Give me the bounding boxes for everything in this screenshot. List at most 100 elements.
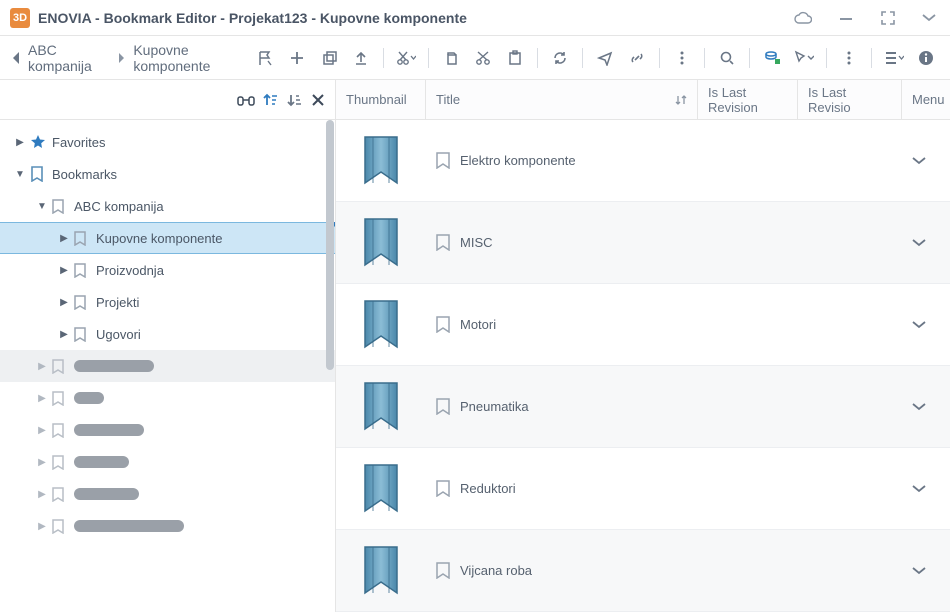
- refresh-button[interactable]: [546, 44, 574, 72]
- bookmark-outline-icon: [74, 231, 92, 246]
- bookmark-outline-icon: [74, 327, 92, 342]
- row-menu-button[interactable]: [902, 156, 950, 166]
- breadcrumb-back-icon[interactable]: [10, 51, 22, 65]
- dropdown-button[interactable]: [918, 11, 940, 25]
- duplicate-button[interactable]: [315, 44, 343, 72]
- view-list-button[interactable]: [880, 44, 908, 72]
- link-button[interactable]: [623, 44, 651, 72]
- tree-item-redacted[interactable]: ▶: [0, 350, 335, 382]
- add-button[interactable]: [283, 44, 311, 72]
- tree-item-kupovne[interactable]: ▶ Kupovne komponente: [0, 222, 335, 254]
- row-thumbnail: [336, 299, 426, 351]
- tree-item-redacted[interactable]: ▶: [0, 510, 335, 542]
- tree-item-redacted[interactable]: ▶: [0, 382, 335, 414]
- table-row[interactable]: Vijcana roba: [336, 530, 950, 612]
- row-thumbnail: [336, 217, 426, 269]
- binoculars-icon[interactable]: [237, 93, 255, 107]
- caret-right-icon: ▶: [58, 233, 70, 244]
- tree-favorites[interactable]: ▶ Favorites: [0, 126, 335, 158]
- table-row[interactable]: MISC: [336, 202, 950, 284]
- select-mode-button[interactable]: [790, 44, 818, 72]
- tree-item-redacted[interactable]: ▶: [0, 414, 335, 446]
- bookmark-outline-icon: [74, 263, 92, 278]
- row-menu-button[interactable]: [902, 402, 950, 412]
- star-icon: [30, 134, 48, 150]
- more-button-1[interactable]: [668, 44, 696, 72]
- row-title: MISC: [460, 235, 493, 250]
- sort-desc-icon[interactable]: [287, 92, 303, 108]
- col-thumbnail[interactable]: Thumbnail: [336, 80, 426, 119]
- expand-button[interactable]: [876, 8, 900, 28]
- content-area: Thumbnail Title Is Last Revision Is Last…: [336, 80, 950, 612]
- col-is-last-revision[interactable]: Is Last Revision: [698, 80, 798, 119]
- row-menu-button[interactable]: [902, 320, 950, 330]
- tree-item-label: Ugovori: [96, 327, 141, 342]
- tree-bookmarks[interactable]: ▼ Bookmarks: [0, 158, 335, 190]
- col-title[interactable]: Title: [426, 80, 698, 119]
- table-row[interactable]: Motori: [336, 284, 950, 366]
- row-title: Vijcana roba: [460, 563, 532, 578]
- bookmark-outline-icon: [436, 562, 450, 579]
- filter-button[interactable]: [758, 44, 786, 72]
- sidebar-toolbar: [0, 80, 335, 120]
- breadcrumb-root[interactable]: ABC kompanija: [28, 42, 111, 74]
- copy-button[interactable]: [437, 44, 465, 72]
- bookmark-outline-icon: [436, 316, 450, 333]
- caret-right-icon: ▶: [14, 137, 26, 148]
- more-button-2[interactable]: [835, 44, 863, 72]
- row-title-cell: MISC: [426, 234, 698, 251]
- row-title: Motori: [460, 317, 496, 332]
- table-row[interactable]: Reduktori: [336, 448, 950, 530]
- close-icon[interactable]: [311, 93, 325, 107]
- cut-button[interactable]: [469, 44, 497, 72]
- col-is-last-revisio[interactable]: Is Last Revisio: [798, 80, 902, 119]
- titlebar: 3D ENOVIA - Bookmark Editor - Projekat12…: [0, 0, 950, 36]
- cloud-icon[interactable]: [790, 9, 816, 27]
- caret-down-icon: ▼: [14, 169, 26, 180]
- upload-button[interactable]: [347, 44, 375, 72]
- tree-item-projekti[interactable]: ▶ Projekti: [0, 286, 335, 318]
- row-title-cell: Reduktori: [426, 480, 698, 497]
- bookmark-outline-icon: [52, 199, 70, 214]
- row-menu-button[interactable]: [902, 238, 950, 248]
- sidebar-scrollbar[interactable]: [325, 120, 335, 612]
- row-title-cell: Pneumatika: [426, 398, 698, 415]
- search-button[interactable]: [713, 44, 741, 72]
- share-button[interactable]: [591, 44, 619, 72]
- flag-button[interactable]: [251, 44, 279, 72]
- sidebar: ▶ Favorites ▼ Bookmarks ▼ ABC kompanija …: [0, 80, 336, 612]
- table-row[interactable]: Pneumatika: [336, 366, 950, 448]
- minimize-button[interactable]: [834, 8, 858, 28]
- navigation-tree: ▶ Favorites ▼ Bookmarks ▼ ABC kompanija …: [0, 120, 335, 548]
- toolbar-actions: [251, 44, 940, 72]
- col-title-label: Title: [436, 92, 460, 107]
- tree-item-ugovori[interactable]: ▶ Ugovori: [0, 318, 335, 350]
- table-rows: Elektro komponente MISC Motori Pneumatika Re…: [336, 120, 950, 612]
- row-thumbnail: [336, 463, 426, 515]
- row-menu-button[interactable]: [902, 484, 950, 494]
- table-row[interactable]: Elektro komponente: [336, 120, 950, 202]
- tree-item-redacted[interactable]: ▶: [0, 478, 335, 510]
- col-menu[interactable]: Menu: [902, 80, 950, 119]
- row-title-cell: Motori: [426, 316, 698, 333]
- tree-item-redacted[interactable]: ▶: [0, 446, 335, 478]
- tree-item-proizvodnja[interactable]: ▶ Proizvodnja: [0, 254, 335, 286]
- breadcrumb: ABC kompanija Kupovne komponente: [10, 42, 251, 74]
- row-thumbnail: [336, 381, 426, 433]
- info-button[interactable]: [912, 44, 940, 72]
- bookmark-outline-icon: [74, 295, 92, 310]
- row-title: Reduktori: [460, 481, 516, 496]
- row-menu-button[interactable]: [902, 566, 950, 576]
- bookmark-icon: [30, 166, 48, 182]
- tree-item-abc[interactable]: ▼ ABC kompanija: [0, 190, 335, 222]
- breadcrumb-current[interactable]: Kupovne komponente: [133, 42, 251, 74]
- tree-item-label: Projekti: [96, 295, 139, 310]
- paste-button[interactable]: [501, 44, 529, 72]
- tree-favorites-label: Favorites: [52, 135, 105, 150]
- cut-dropdown-button[interactable]: [392, 44, 420, 72]
- sort-asc-icon[interactable]: [263, 92, 279, 108]
- bookmark-outline-icon: [436, 480, 450, 497]
- tree-item-label: ABC kompanija: [74, 199, 164, 214]
- row-title-cell: Elektro komponente: [426, 152, 698, 169]
- caret-down-icon: ▼: [36, 201, 48, 212]
